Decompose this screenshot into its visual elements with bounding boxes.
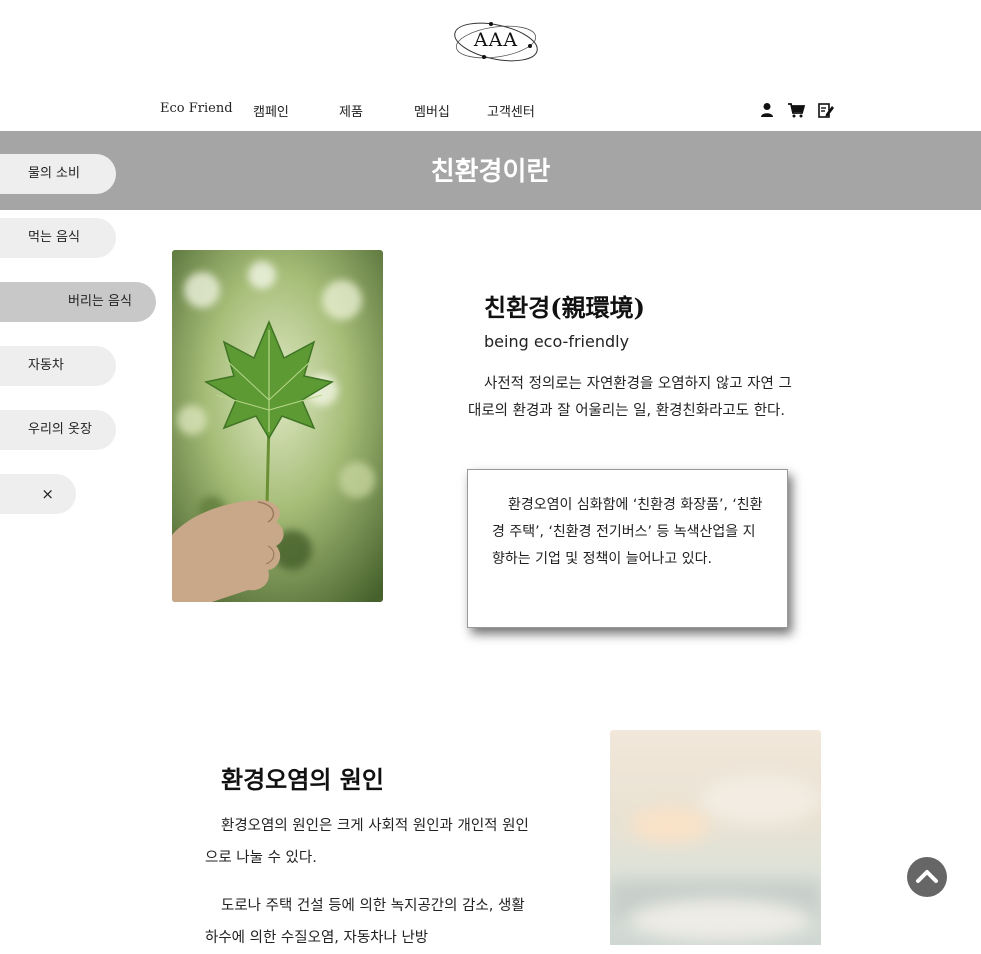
page-banner: 친환경이란 [0,131,981,210]
signup-icon[interactable] [817,101,835,119]
causes-title: 환경오염의 원인 [221,766,384,794]
sidebar-item-label: 우리의 옷장 [28,422,92,437]
note-card: 환경오염이 심화함에 ‘친환경 화장품’, ‘친환경 주택’, ‘친환경 전기버… [467,469,788,628]
page-title: 친환경이란 [430,157,551,187]
sidebar-item-closet[interactable]: 우리의 옷장 [0,410,116,450]
nav-membership[interactable]: 멤버십 [414,101,450,120]
note-text: 환경오염이 심화함에 ‘친환경 화장품’, ‘친환경 주택’, ‘친환경 전기버… [492,497,763,567]
leaf-photo [172,250,383,602]
nav-campaign[interactable]: 캠페인 [253,101,289,120]
nav-customer-center[interactable]: 고객센터 [487,101,535,120]
pollution-photo [610,730,821,945]
sidebar-close-button[interactable]: × [0,474,76,514]
intro-title: 친환경(親環境) [484,293,645,322]
sidebar-item-car[interactable]: 자동차 [0,346,116,386]
user-icon[interactable] [758,101,776,119]
logo[interactable]: AAA [452,14,540,70]
sidebar-item-label: 버리는 음식 [68,294,132,309]
cart-icon[interactable] [787,101,806,119]
intro-subtitle: being eco-friendly [484,332,630,351]
logo-text: AAA [473,29,519,51]
sidebar-item-water[interactable]: 물의 소비 [0,154,116,194]
chevron-up-icon [916,870,938,883]
sidebar-item-label: 먹는 음식 [28,230,80,245]
nav-eco-friend[interactable]: Eco Friend [160,101,233,116]
nav-products[interactable]: 제품 [339,101,363,120]
scroll-top-button[interactable] [907,857,947,897]
close-icon: × [41,485,54,503]
sidebar-item-label: 자동차 [28,358,64,373]
sidebar-item-food[interactable]: 먹는 음식 [0,218,116,258]
causes-paragraph-1: 환경오염의 원인은 크게 사회적 원인과 개인적 원인으로 나눌 수 있다. [205,818,529,866]
sidebar-item-label: 물의 소비 [28,166,80,181]
sidebar-item-food-waste[interactable]: 버리는 음식 [0,282,156,322]
causes-paragraph-2: 도로나 주택 건설 등에 의한 녹지공간의 감소, 생활하수에 의한 수질오염,… [205,898,525,946]
intro-definition: 사전적 정의로는 자연환경을 오염하지 않고 자연 그대로의 환경과 잘 어울리… [468,376,792,419]
